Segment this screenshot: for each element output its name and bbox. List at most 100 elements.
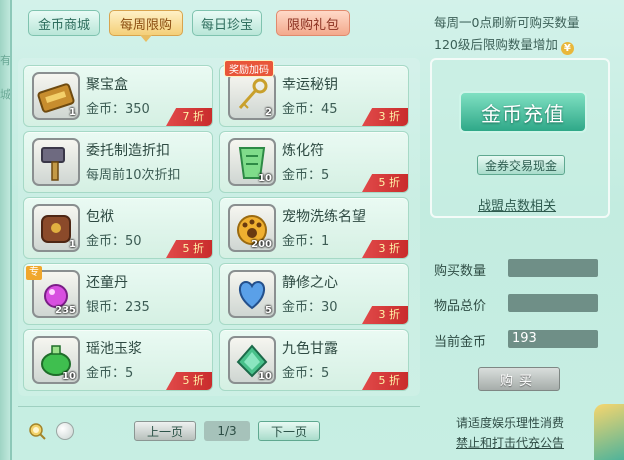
price-value: 5 bbox=[321, 366, 330, 381]
price-label: 金币： bbox=[86, 234, 126, 249]
item-name: 九色甘露 bbox=[282, 341, 338, 357]
exclusive-tag: 专 bbox=[26, 266, 42, 280]
coin-info-icon[interactable]: ¥ bbox=[560, 42, 574, 55]
item-name: 静修之心 bbox=[282, 275, 338, 291]
refresh-info: 每周一0点刷新可购买数量 bbox=[434, 15, 580, 30]
treasure-box-icon: 1 bbox=[32, 72, 80, 120]
item-card[interactable]: 2 奖励加码 幸运秘钥金币：45 3 折 bbox=[219, 60, 409, 127]
item-card[interactable]: 235 专还童丹银币：235 bbox=[23, 263, 213, 325]
item-card[interactable]: 10 九色甘露金币：5 5 折 bbox=[219, 329, 409, 391]
alliance-points-link[interactable]: 战盟点数相关 bbox=[478, 195, 556, 214]
next-page-button[interactable]: 下一页 bbox=[258, 421, 320, 441]
item-count: 10 bbox=[258, 371, 272, 382]
discount-badge: 5 折 bbox=[166, 240, 212, 258]
current-gold-label: 当前金币 bbox=[434, 335, 487, 350]
item-price: 金币：350 bbox=[86, 98, 150, 117]
item-name: 炼化符 bbox=[282, 143, 324, 159]
item-price: 金币：45 bbox=[282, 98, 338, 117]
voucher-exchange-button[interactable]: 金券交易现金 bbox=[477, 155, 565, 175]
buy-quantity-label: 购买数量 bbox=[434, 264, 487, 279]
price-value: 45 bbox=[321, 102, 338, 117]
price-value: 50 bbox=[125, 234, 142, 249]
item-name: 宠物洗练名望 bbox=[282, 209, 366, 225]
item-price: 金币：30 bbox=[282, 296, 338, 315]
bag-icon: 1 bbox=[32, 204, 80, 252]
item-price: 金币：1 bbox=[282, 230, 329, 249]
corner-decoration bbox=[594, 404, 624, 460]
price-label: 金币： bbox=[282, 234, 322, 249]
buy-quantity-field[interactable] bbox=[508, 259, 598, 277]
pearl-icon[interactable] bbox=[56, 422, 74, 440]
tab-weekly-limited[interactable]: 每周限购 bbox=[109, 10, 183, 42]
price-value: 5 bbox=[125, 366, 134, 381]
price-label: 金币： bbox=[282, 102, 322, 117]
price-value: 235 bbox=[125, 300, 150, 315]
discount-badge: 7 折 bbox=[166, 108, 212, 126]
price-value: 5 bbox=[321, 168, 330, 183]
heart-icon: 5 bbox=[228, 270, 276, 318]
level-info-text: 120级后限购数量增加 bbox=[434, 37, 558, 52]
item-card[interactable]: 10 炼化符金币：5 5 折 bbox=[219, 131, 409, 193]
item-card[interactable]: 1 聚宝盒金币：350 7 折 bbox=[23, 65, 213, 127]
recharge-panel bbox=[430, 58, 610, 218]
item-count: 200 bbox=[251, 239, 272, 250]
discount-badge: 5 折 bbox=[166, 372, 212, 390]
discount-badge: 5 折 bbox=[362, 372, 408, 390]
price-value: 350 bbox=[125, 102, 150, 117]
key-icon: 2 bbox=[228, 72, 276, 120]
item-card[interactable]: 200 宠物洗练名望 金币：1 3 折 bbox=[219, 197, 409, 259]
tab-gold-shop[interactable]: 金币商城 bbox=[28, 10, 100, 36]
anti-proxy-notice-link[interactable]: 禁止和打击代充公告 bbox=[456, 434, 564, 451]
discount-badge: 3 折 bbox=[362, 108, 408, 126]
zoom-icon[interactable] bbox=[28, 422, 46, 440]
item-name: 聚宝盒 bbox=[86, 77, 128, 93]
total-price-field bbox=[508, 294, 598, 312]
page-indicator: 1/3 bbox=[204, 421, 250, 441]
item-price: 金币：5 bbox=[86, 362, 133, 381]
tab-daily-treasure[interactable]: 每日珍宝 bbox=[192, 10, 262, 36]
item-name: 还童丹 bbox=[86, 275, 128, 291]
discount-badge: 5 折 bbox=[362, 174, 408, 192]
buy-button[interactable]: 购买 bbox=[478, 367, 560, 391]
price-value: 每周前10次折扣 bbox=[86, 168, 181, 183]
total-price-label: 物品总价 bbox=[434, 299, 487, 314]
item-card[interactable]: 委托制造折扣 每周前10次折扣 bbox=[23, 131, 213, 193]
hammer-icon bbox=[32, 138, 80, 186]
item-card[interactable]: 1 包袱金币：50 5 折 bbox=[23, 197, 213, 259]
item-count: 2 bbox=[265, 107, 272, 118]
gold-recharge-button[interactable]: 金币充值 bbox=[459, 91, 587, 133]
item-name: 瑶池玉浆 bbox=[86, 341, 142, 357]
prev-page-button[interactable]: 上一页 bbox=[134, 421, 196, 441]
bonus-tag: 奖励加码 bbox=[224, 60, 274, 77]
price-value: 1 bbox=[321, 234, 330, 249]
edge-mark: 有 bbox=[0, 54, 11, 67]
item-name: 委托制造折扣 bbox=[86, 143, 170, 159]
item-count: 1 bbox=[69, 239, 76, 250]
jade-potion-icon: 10 bbox=[32, 336, 80, 384]
price-label: 银币： bbox=[86, 300, 126, 315]
item-name: 包袱 bbox=[86, 209, 114, 225]
paw-icon: 200 bbox=[228, 204, 276, 252]
tab-limited-pack[interactable]: 限购礼包 bbox=[276, 10, 350, 36]
dew-gem-icon: 10 bbox=[228, 336, 276, 384]
discount-badge: 3 折 bbox=[362, 240, 408, 258]
moderation-notice: 请适度娱乐理性消费 bbox=[456, 416, 565, 430]
current-gold-value: 193 bbox=[508, 330, 598, 348]
item-count: 5 bbox=[265, 305, 272, 316]
discount-badge: 3 折 bbox=[362, 306, 408, 324]
item-count: 10 bbox=[258, 173, 272, 184]
price-value: 30 bbox=[321, 300, 338, 315]
item-name: 幸运秘钥 bbox=[282, 77, 338, 93]
level-info: 120级后限购数量增加 ¥ bbox=[434, 34, 574, 55]
shop-window: 有 城 金币商城 每周限购 每日珍宝 限购礼包 每周一0点刷新可购买数量 120… bbox=[0, 0, 624, 460]
item-count: 10 bbox=[62, 371, 76, 382]
item-price: 金币：5 bbox=[282, 164, 329, 183]
item-price: 金币：5 bbox=[282, 362, 329, 381]
item-card[interactable]: 10 瑶池玉浆金币：5 5 折 bbox=[23, 329, 213, 391]
price-label: 金币： bbox=[86, 102, 126, 117]
item-count: 1 bbox=[69, 107, 76, 118]
edge-mark: 城 bbox=[0, 88, 11, 101]
item-price: 银币：235 bbox=[86, 296, 150, 315]
price-label: 金币： bbox=[282, 168, 322, 183]
item-card[interactable]: 5 静修之心金币：30 3 折 bbox=[219, 263, 409, 325]
